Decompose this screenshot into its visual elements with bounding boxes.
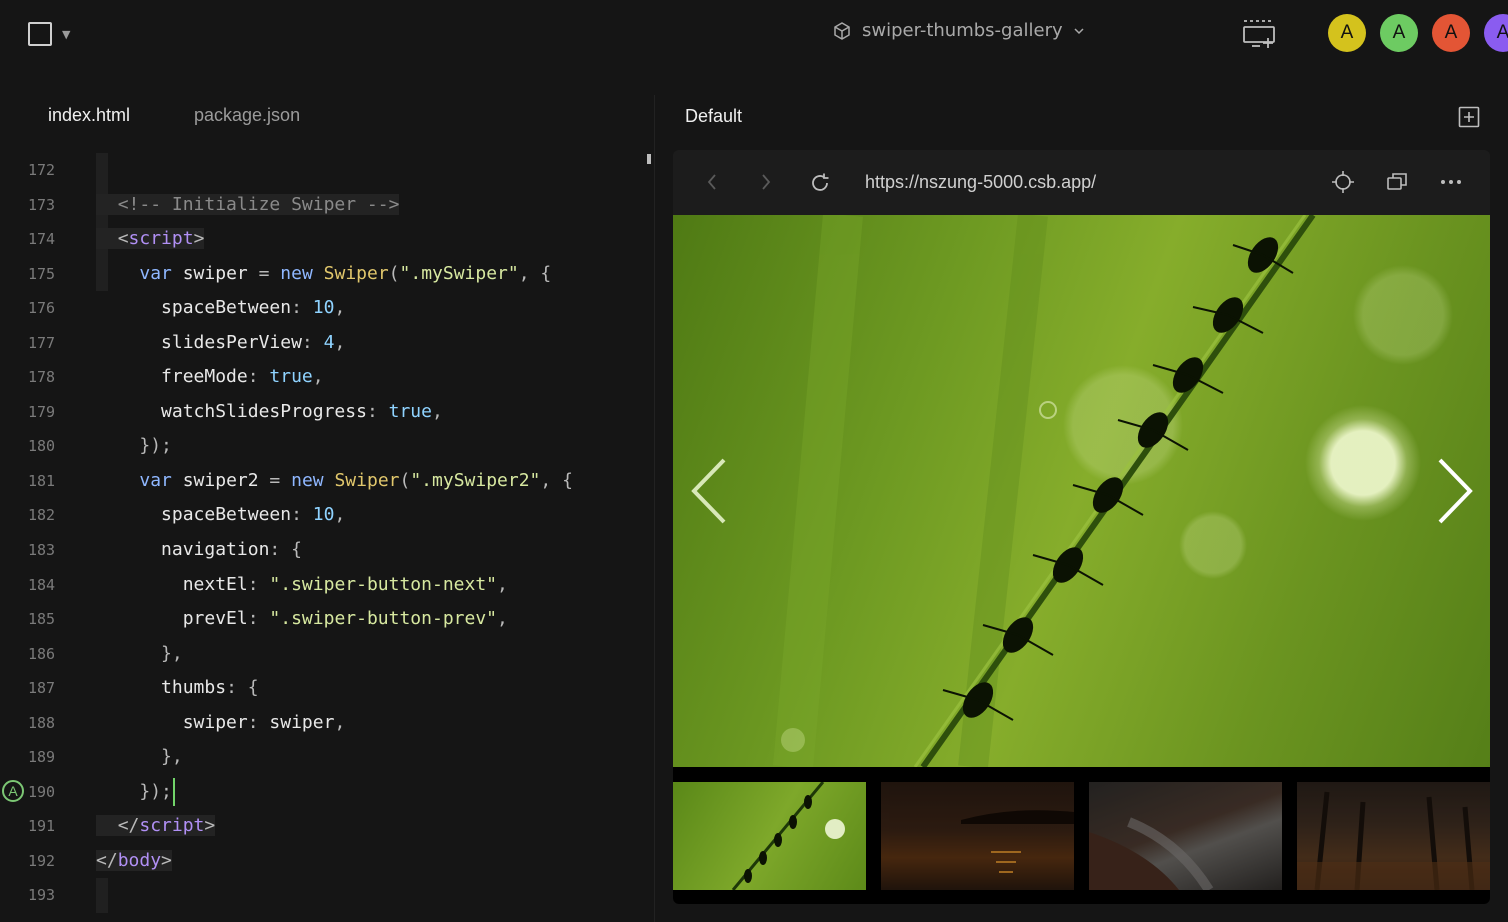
- forward-icon[interactable]: [759, 172, 773, 192]
- line-number: 180: [28, 437, 56, 456]
- code-area[interactable]: 172 173 <!-- Initialize Swiper --> 174 <…: [0, 153, 650, 914]
- code-line: });: [96, 775, 175, 810]
- chevron-down-icon: [1074, 27, 1084, 34]
- ants-on-grass-image: [773, 215, 1316, 767]
- preview-viewport: [673, 215, 1490, 904]
- thumbnail-image: [961, 810, 1074, 873]
- app-logo-icon: [28, 22, 52, 46]
- avatar[interactable]: A: [1328, 14, 1366, 52]
- code-line: var swiper2 = new Swiper(".mySwiper2", {: [139, 469, 573, 491]
- avatar[interactable]: A: [1432, 14, 1470, 52]
- code-line: prevEl: ".swiper-button-prev",: [182, 608, 508, 630]
- add-to-screen-icon[interactable]: [1242, 18, 1276, 50]
- code-line: slidesPerView: 4,: [161, 331, 346, 353]
- line-number: 191: [28, 817, 56, 836]
- line-number: 186: [28, 644, 56, 663]
- code-line: navigation: {: [161, 539, 302, 561]
- avatar[interactable]: A: [1380, 14, 1418, 52]
- add-panel-icon[interactable]: [1458, 106, 1480, 128]
- code-line: <!-- Initialize Swiper -->: [96, 188, 400, 223]
- app-menu-button[interactable]: ▼: [28, 22, 70, 46]
- line-number: 179: [28, 402, 56, 421]
- main-slide-image[interactable]: [673, 215, 1490, 767]
- code-line: swiper: swiper,: [182, 711, 346, 733]
- slide-prev-arrow-icon[interactable]: [691, 458, 727, 524]
- code-line: var swiper = new Swiper(".mySwiper", {: [139, 262, 552, 284]
- preview-browser: https://nszung-5000.csb.app/: [673, 150, 1490, 904]
- code-line: freeMode: true,: [161, 366, 324, 388]
- line-number: 178: [28, 368, 56, 387]
- line-number: 174: [28, 230, 56, 249]
- line-number: 189: [28, 748, 56, 767]
- line-number: 192: [28, 851, 56, 870]
- line-number: 175: [28, 264, 56, 283]
- project-switcher[interactable]: swiper-thumbs-gallery: [832, 20, 1085, 41]
- code-line: spaceBetween: 10,: [161, 504, 346, 526]
- code-line: </body>: [96, 849, 172, 871]
- thumbnail-grass-with-ants[interactable]: [673, 781, 866, 891]
- url-field[interactable]: https://nszung-5000.csb.app/: [865, 172, 1096, 193]
- line-number: 177: [28, 333, 56, 352]
- code-editor: index.html package.json 172 173 <!-- Ini…: [0, 95, 655, 922]
- thumbnail-autumn-trees[interactable]: [1297, 782, 1490, 891]
- line-number: 173: [28, 195, 56, 214]
- line-number: 182: [28, 506, 56, 525]
- line-number: 185: [28, 610, 56, 629]
- line-number: 183: [28, 541, 56, 560]
- chevron-down-icon: ▼: [62, 27, 71, 41]
- code-line: </script>: [96, 809, 216, 844]
- tab-index-html[interactable]: index.html: [48, 105, 130, 126]
- line-number: 172: [28, 161, 56, 179]
- open-in-new-window-icon[interactable]: [1385, 170, 1409, 194]
- code-line: },: [161, 746, 183, 768]
- code-line: },: [161, 642, 183, 664]
- project-name: swiper-thumbs-gallery: [862, 20, 1063, 41]
- slide-next-arrow-icon[interactable]: [1437, 458, 1473, 524]
- tab-package-json[interactable]: package.json: [194, 105, 300, 126]
- code-line: <script>: [96, 222, 205, 257]
- text-cursor: [172, 777, 175, 806]
- crosshair-icon[interactable]: [1331, 170, 1355, 194]
- thumbnail-sunset-lake[interactable]: [881, 782, 1074, 890]
- thumbnail-rocky-coast[interactable]: [1089, 782, 1282, 893]
- code-line: spaceBetween: 10,: [161, 297, 346, 319]
- collaborator-cursor-avatar: A: [2, 779, 24, 802]
- preview-tab-default[interactable]: Default: [685, 106, 742, 127]
- line-number: 184: [28, 575, 56, 594]
- line-number: 181: [28, 471, 56, 490]
- line-number: 193: [28, 886, 56, 905]
- thumbnail-image: [731, 781, 845, 891]
- code-line: watchSlidesProgress: true,: [161, 400, 443, 422]
- cube-icon: [834, 21, 850, 40]
- code-line: });: [139, 435, 172, 457]
- line-number: 188: [28, 713, 56, 732]
- back-icon[interactable]: [705, 172, 719, 192]
- editor-tabs: index.html package.json: [0, 95, 655, 140]
- code-line: thumbs: {: [161, 677, 259, 699]
- thumbnail-strip: [673, 781, 1490, 893]
- refresh-icon[interactable]: [809, 172, 831, 194]
- top-bar: ▼ swiper-thumbs-gallery A A A A: [0, 0, 1508, 70]
- line-number: 176: [28, 299, 56, 318]
- thumbnail-image: [1297, 791, 1490, 891]
- browser-toolbar: https://nszung-5000.csb.app/: [673, 150, 1490, 215]
- thumbnail-image: [1089, 817, 1214, 893]
- line-number: 190: [28, 782, 56, 801]
- collaborator-avatars: A A A A: [1328, 14, 1508, 52]
- panel-divider[interactable]: [654, 95, 655, 922]
- line-number: 187: [28, 679, 56, 698]
- avatar[interactable]: A: [1484, 14, 1508, 52]
- more-options-icon[interactable]: [1439, 170, 1463, 194]
- code-line: nextEl: ".swiper-button-next",: [182, 573, 508, 595]
